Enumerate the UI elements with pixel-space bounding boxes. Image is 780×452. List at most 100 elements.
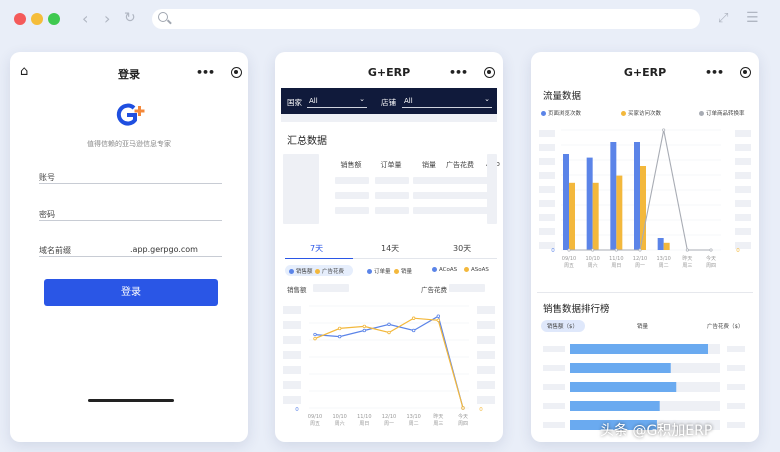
fullscreen-icon[interactable]: ⤢: [718, 11, 728, 26]
axis-placeholder: [449, 284, 485, 292]
axis-placeholder: [283, 306, 301, 314]
mini-capsule[interactable]: •••: [703, 62, 755, 84]
domain-label: 域名前缀: [39, 246, 71, 255]
left-axis-label: 销售额: [287, 286, 307, 294]
data-point: [685, 248, 689, 252]
rank-bar: [570, 363, 671, 373]
traffic-screen: G+ERP ••• 流量数据 页面浏览次数 买家访问次数 订单商品转换率 000…: [531, 52, 759, 442]
country-select[interactable]: All ⌄: [307, 94, 367, 108]
table-cell: [375, 207, 409, 214]
bar-pageviews: [634, 142, 640, 250]
target-icon[interactable]: [231, 67, 242, 78]
axis-placeholder: [735, 130, 751, 137]
address-bar[interactable]: [152, 9, 700, 29]
axis-placeholder: [477, 366, 495, 374]
rank-value-placeholder: [727, 422, 745, 428]
rank-tab-adspend[interactable]: 广告花费（$）: [707, 322, 744, 330]
axis-placeholder: [283, 381, 301, 389]
axis-placeholder: [735, 158, 751, 165]
target-icon[interactable]: [484, 67, 495, 78]
axis-placeholder: [283, 336, 301, 344]
domain-suffix: .app.gerpgo.com: [130, 245, 198, 254]
tab-14d[interactable]: 14天: [381, 243, 399, 254]
login-button[interactable]: 登录: [44, 279, 218, 306]
x-tick-label: 周二: [659, 263, 669, 269]
tab-7d[interactable]: 7天: [310, 243, 323, 254]
legend-orders[interactable]: 订单量: [367, 267, 391, 275]
legend-units[interactable]: 销量: [394, 267, 412, 275]
rank-bar: [570, 344, 708, 354]
chevron-down-icon: ⌄: [359, 95, 365, 103]
close-dot[interactable]: [14, 13, 26, 25]
axis-placeholder: [539, 186, 555, 193]
table-cell: [413, 207, 447, 214]
y-zero-right: 0: [736, 248, 740, 254]
legend-asoas[interactable]: ASoAS: [464, 267, 489, 273]
table-header: 销售额: [340, 161, 362, 169]
traffic-bar-chart: 0 0 09/10周五 10/10周六 11/10周日 12/10周一 13/10周二 昨天周…: [539, 128, 751, 269]
axis-placeholder: [313, 284, 349, 292]
x-tick-label: 周二: [409, 421, 419, 427]
rank-tab-units[interactable]: 销量: [637, 322, 648, 330]
legend-sales[interactable]: 销售额: [289, 267, 313, 275]
table-cell: [335, 207, 369, 214]
legend-pageviews[interactable]: 页面浏览次数: [541, 109, 581, 117]
rank-value-placeholder: [727, 403, 745, 409]
x-tick-label: 周一: [384, 421, 394, 427]
bar-pageviews: [610, 142, 617, 250]
reload-icon[interactable]: ↻: [124, 10, 136, 26]
data-point: [387, 330, 391, 335]
x-tick-label: 周五: [310, 421, 320, 427]
store-select[interactable]: All ⌄: [402, 94, 492, 108]
axis-placeholder: [477, 351, 495, 359]
rank-value-placeholder: [727, 346, 745, 352]
mini-capsule[interactable]: •••: [447, 62, 499, 84]
tab-underline: [285, 258, 353, 259]
axis-placeholder: [735, 144, 751, 151]
axis-placeholder: [283, 396, 301, 404]
minimize-dot[interactable]: [31, 13, 43, 25]
bar-pageviews: [657, 238, 664, 250]
x-tick-label: 周三: [433, 421, 443, 427]
more-icon[interactable]: •••: [449, 66, 468, 79]
rank-bar: [570, 401, 660, 411]
country-value: All: [309, 97, 318, 105]
menu-icon[interactable]: ☰: [746, 10, 759, 26]
account-field[interactable]: [39, 183, 222, 184]
axis-placeholder: [477, 381, 495, 389]
bar-visits: [616, 175, 623, 250]
x-tick-label: 11/10: [609, 256, 623, 262]
y-zero-left: 0: [551, 248, 555, 254]
x-tick-label: 今天: [458, 413, 468, 420]
bar-visits: [592, 182, 599, 250]
login-screen: ⌂ 登录 ••• 值得信赖的亚马逊信息专家 账号 密码 域名前缀 .app.ge…: [10, 52, 248, 442]
domain-field[interactable]: [39, 256, 222, 257]
bar-pageviews: [586, 157, 593, 250]
maximize-dot[interactable]: [48, 13, 60, 25]
tab-30d[interactable]: 30天: [453, 243, 471, 254]
target-icon[interactable]: [740, 67, 751, 78]
x-tick-label: 11/10: [357, 414, 371, 420]
y-zero-right: 0: [479, 407, 483, 413]
more-icon[interactable]: •••: [705, 66, 724, 79]
axis-placeholder: [477, 321, 495, 329]
axis-placeholder: [539, 158, 555, 165]
forward-icon[interactable]: ›: [104, 9, 110, 28]
axis-placeholder: [477, 336, 495, 344]
bar-pageviews: [563, 154, 569, 250]
legend-acoas[interactable]: ACoAS: [432, 267, 457, 273]
legend-adspend[interactable]: 广告花费: [315, 267, 344, 275]
table-side-placeholder: [283, 154, 319, 224]
back-icon[interactable]: ‹: [82, 9, 88, 28]
mini-capsule[interactable]: •••: [194, 62, 246, 84]
more-icon[interactable]: •••: [196, 66, 215, 79]
table-cell: [375, 192, 409, 199]
chevron-down-icon: ⌄: [484, 95, 490, 103]
x-tick-label: 昨天: [433, 413, 443, 420]
password-field[interactable]: [39, 220, 222, 221]
legend-visits[interactable]: 买家访问次数: [621, 109, 661, 117]
range-tabs: 7天 14天 30天: [275, 240, 503, 259]
rank-tab-sales[interactable]: 销售额（$）: [541, 320, 585, 332]
x-tick-label: 周三: [682, 263, 692, 269]
legend-conversion[interactable]: 订单商品转换率: [699, 109, 745, 117]
